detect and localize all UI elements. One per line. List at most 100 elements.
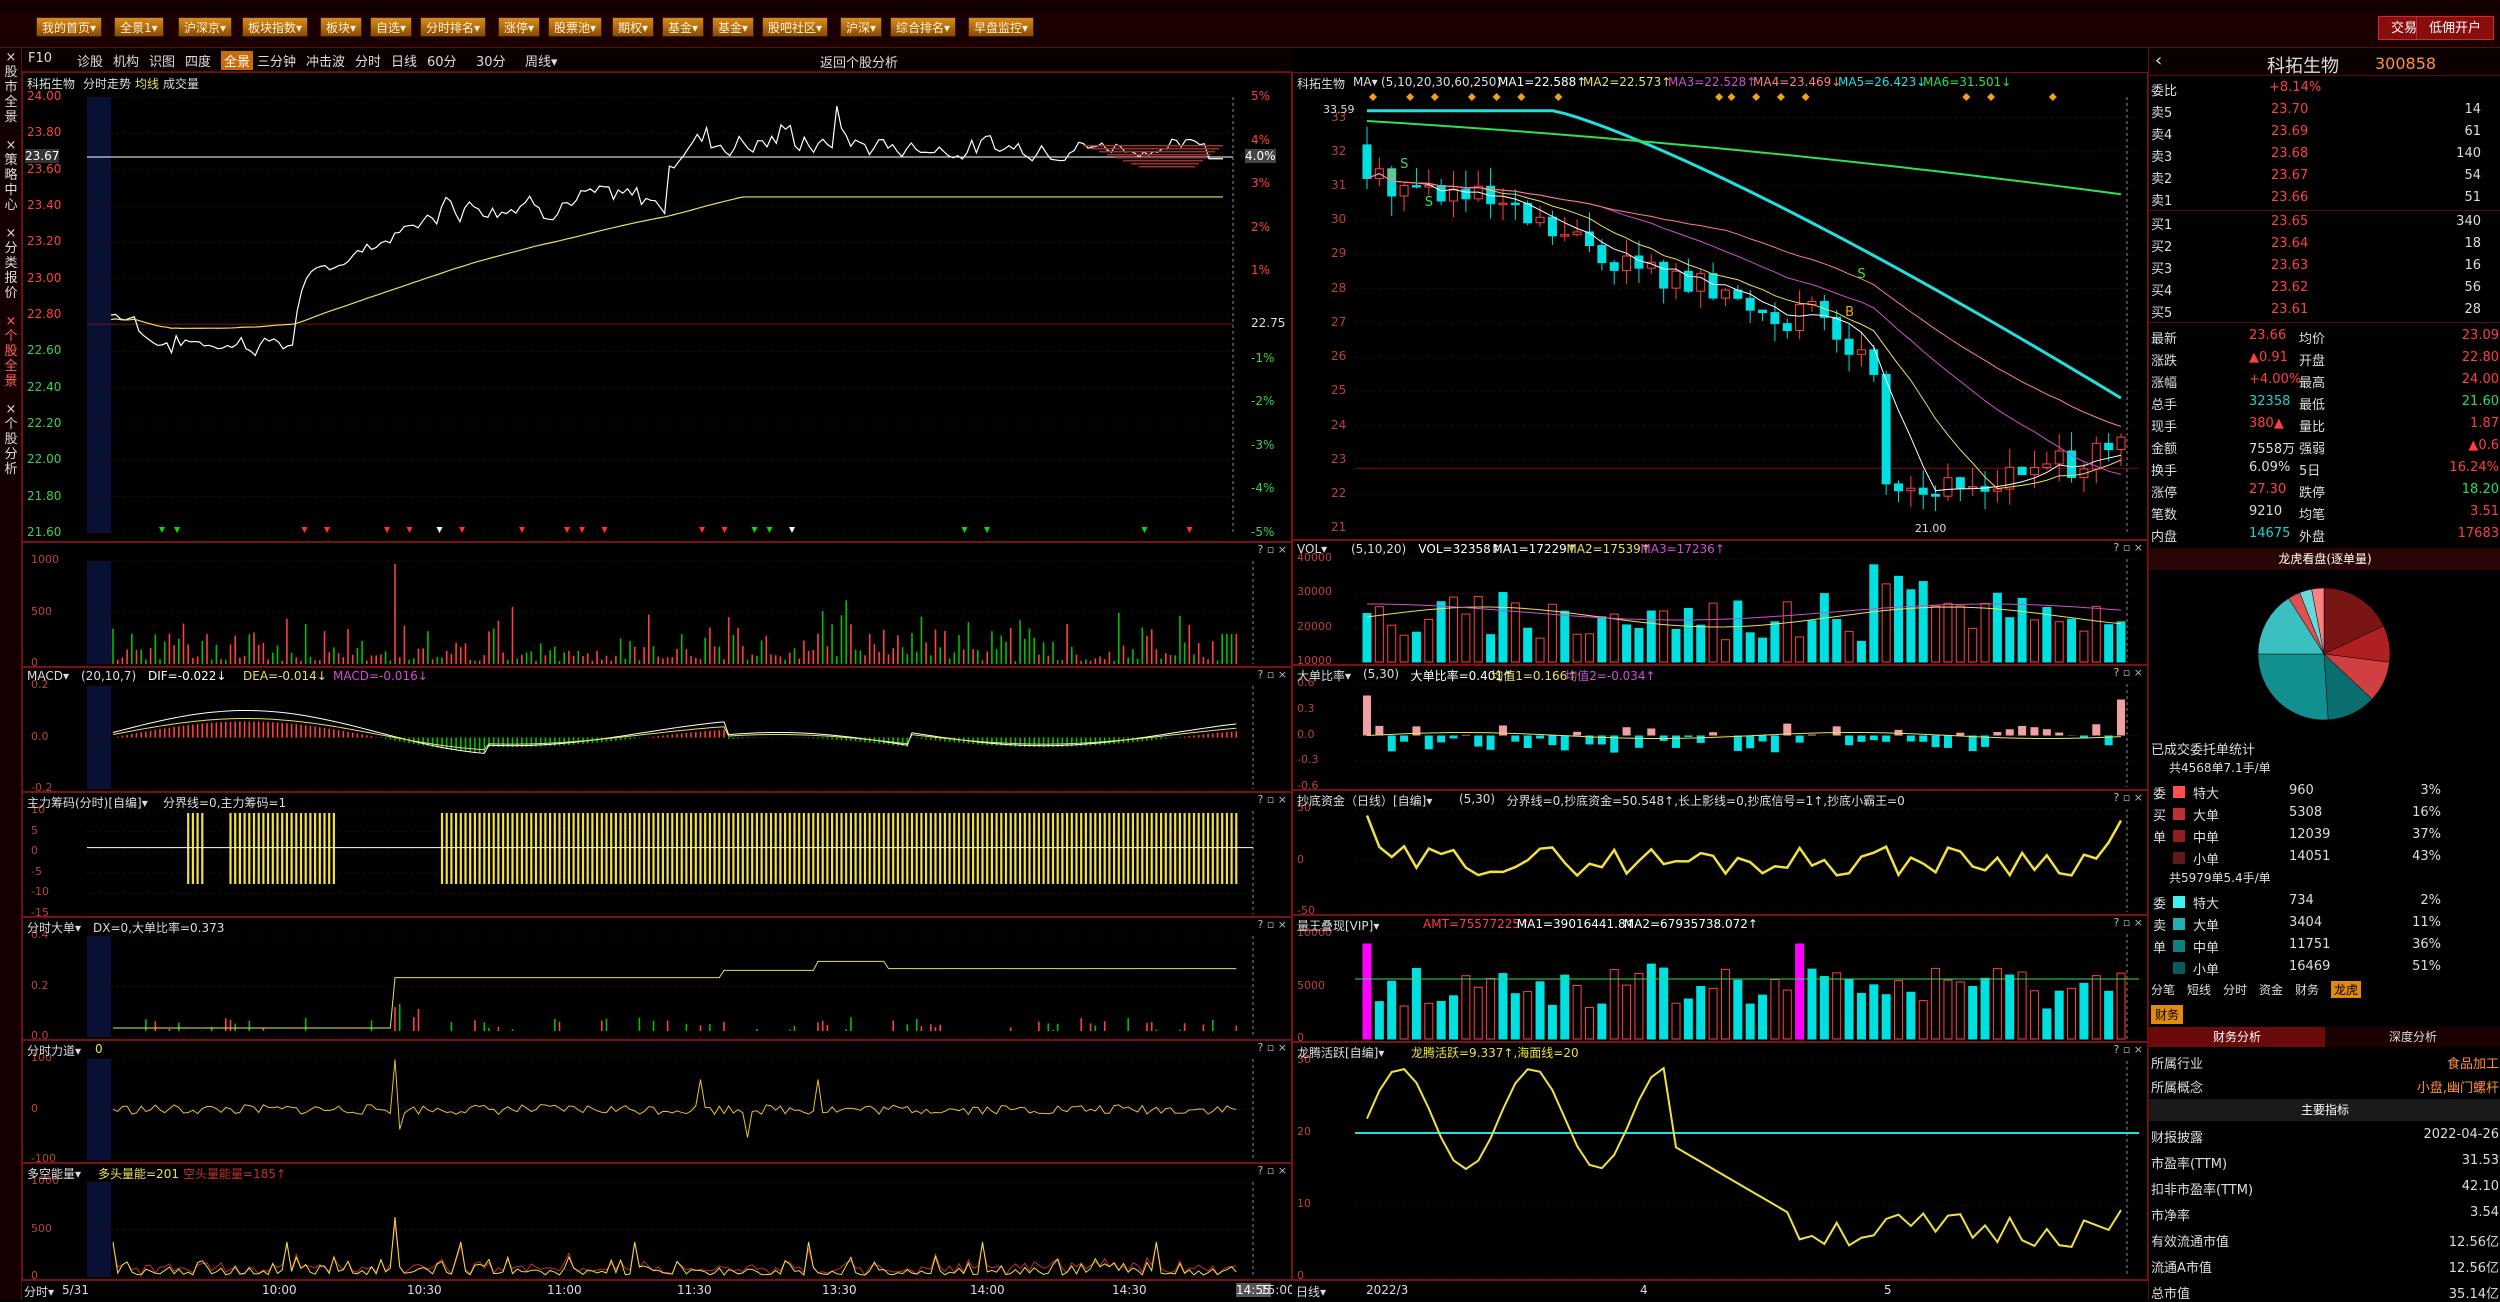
main-chips-panel[interactable]: 1050-5-10-15? ▫ ×主力筹码(分时)[自编]▾分界线=0,主力筹码… <box>22 792 1292 917</box>
macd-panel[interactable]: 0.20.0-0.2? ▫ ×MACD▾(20,10,7)DIF=-0.022↓… <box>22 667 1292 792</box>
intraday-mode: 分时走势 <box>83 75 131 92</box>
date-tick: 5 <box>1884 1283 1892 1297</box>
toolbar-menu-7[interactable]: 涨停▾ <box>498 17 540 37</box>
toolbar-menu-0[interactable]: 我的首页▾ <box>36 17 102 37</box>
long-short-energy-panel[interactable]: 10005000? ▫ ×多空能量▾多头量能=201空头量能量=185↑ <box>22 1163 1292 1280</box>
dragon-active-panel[interactable]: 3020100龙腾活跃[自编]▾龙腾活跃=9.337↑,海面线=20? ▫ × <box>1292 1042 2148 1280</box>
chart-tab-9[interactable]: 日线 <box>391 51 417 70</box>
cell: 35.14亿 <box>2449 1283 2499 1302</box>
chart-tab-8[interactable]: 分时 <box>355 51 381 70</box>
daily-volume-panel[interactable]: 40000300002000010000VOL▾(5,10,20)VOL=323… <box>1292 540 2148 665</box>
macd-title[interactable]: MACD▾ <box>27 669 69 683</box>
bottom-fishing-panel[interactable]: 500-50抄底资金（日线）[自编]▾(5,30)分界线=0,抄底资金=50.5… <box>1292 790 2148 915</box>
force-panel[interactable]: 1000-100? ▫ ×分时力道▾0 <box>22 1040 1292 1163</box>
finance-analysis-tab[interactable]: 财务分析 <box>2149 1027 2325 1047</box>
p-lthy-title[interactable]: 龙腾活跃[自编]▾ <box>1297 1044 1384 1061</box>
period-selector[interactable]: 分时▾ <box>24 1283 54 1300</box>
indicator-value: AMT=75577225↑ <box>1423 917 1530 931</box>
chart-tab-2[interactable]: 机构 <box>113 51 139 70</box>
open-account-button[interactable]: 低佣开户 <box>2416 16 2494 40</box>
bottom-tab-4[interactable]: 财务 <box>2295 981 2319 998</box>
bottom-tab-1[interactable]: 短线 <box>2187 981 2211 998</box>
toolbar-menu-5[interactable]: 自选▾ <box>370 17 412 37</box>
panel-controls[interactable]: ? ▫ × <box>2113 916 2143 929</box>
chart-tab-12[interactable]: 周线▾ <box>525 51 558 70</box>
return-analysis-link[interactable]: 返回个股分析 <box>820 52 898 71</box>
volume-king-panel[interactable]: 1000050000量王叠现[VIP]▾AMT=75577225↑MA1=390… <box>1292 915 2148 1042</box>
chart-tab-4[interactable]: 四度 <box>185 51 211 70</box>
ratio-bar <box>1895 730 1903 736</box>
finance-tab[interactable]: 财务 <box>2151 1005 2183 1024</box>
daily-kline-panel[interactable]: 33323130292827262524232221BSSSB33.5921.0… <box>1292 72 2148 540</box>
toolbar-menu-4[interactable]: 板块▾ <box>320 17 362 37</box>
big-order-ratio-panel[interactable]: 0.60.30.0-0.3-0.6大单比率▾(5,30)大单比率=0.401↑均… <box>1292 665 2148 790</box>
toolbar-menu-3[interactable]: 板块指数▾ <box>242 17 308 37</box>
cell: 18 <box>2464 236 2481 251</box>
side-tab-2[interactable]: ×分类报价 <box>1 226 21 301</box>
panel-controls[interactable]: ? ▫ × <box>2113 1043 2143 1056</box>
force-title[interactable]: 分时力道▾ <box>27 1042 81 1059</box>
toolbar-menu-12[interactable]: 股吧社区▾ <box>762 17 828 37</box>
buy-stat-row: 小单1405143% <box>2149 847 2500 867</box>
intraday-volume-panel[interactable]: 10005000? ▫ × <box>22 542 1292 667</box>
chart-tab-7[interactable]: 冲击波 <box>306 51 345 70</box>
toolbar-menu-6[interactable]: 分时排名▾ <box>420 17 486 37</box>
cell: 11751 <box>2289 937 2330 952</box>
energy-title[interactable]: 多空能量▾ <box>27 1165 81 1182</box>
chips-title[interactable]: 主力筹码(分时)[自编]▾ <box>27 794 148 811</box>
p-lwgx-svg <box>1293 916 2149 1043</box>
p-ddbl-title[interactable]: 大单比率▾ <box>1297 667 1351 684</box>
panel-controls[interactable]: ? ▫ × <box>2113 541 2143 554</box>
candle-body <box>1412 186 1420 188</box>
deep-analysis-tab[interactable]: 深度分析 <box>2325 1027 2500 1047</box>
panel-controls[interactable]: ? ▫ × <box>2113 791 2143 804</box>
intraday-chart-panel[interactable]: 24.0023.8023.6023.4023.2023.0022.8022.60… <box>22 72 1292 542</box>
side-tab-1[interactable]: ×策略中心 <box>1 138 21 213</box>
panel-controls[interactable]: ? ▫ × <box>2113 666 2143 679</box>
chart-tab-0[interactable]: F10 <box>28 51 52 66</box>
toolbar-menu-1[interactable]: 全景1▾ <box>114 17 164 37</box>
toolbar-menu-2[interactable]: 沪深京▾ <box>178 17 232 37</box>
daily-volume-bar <box>1709 603 1717 662</box>
panel-controls[interactable]: ? ▫ × <box>1257 918 1287 931</box>
candle-body <box>1573 232 1581 235</box>
side-tab-4[interactable]: ×个股分析 <box>1 402 21 477</box>
ma-selector[interactable]: MA▾ <box>1353 75 1378 89</box>
toolbar-menu-14[interactable]: 综合排名▾ <box>890 17 956 37</box>
toolbar-menu-13[interactable]: 沪深▾ <box>840 17 882 37</box>
big-order-panel[interactable]: 0.40.20.0? ▫ ×分时大单▾DX=0,大单比率=0.373 <box>22 917 1292 1040</box>
toolbar-menu-11[interactable]: 基金▾ <box>712 17 754 37</box>
chart-tab-5[interactable]: 全景 <box>221 51 253 70</box>
signal-triangle <box>519 527 525 533</box>
bottom-tab-2[interactable]: 分时 <box>2223 981 2247 998</box>
p-lwgx-title[interactable]: 量王叠现[VIP]▾ <box>1297 917 1379 934</box>
chart-tab-6[interactable]: 三分钟 <box>257 51 296 70</box>
side-tab-0[interactable]: ×股市全景 <box>1 50 21 125</box>
chart-tab-10[interactable]: 60分 <box>427 51 457 70</box>
pct-tick: 4% <box>1251 133 1270 147</box>
pct-tick: -1% <box>1251 351 1274 365</box>
toolbar-menu-15[interactable]: 早盘监控▾ <box>968 17 1034 37</box>
toolbar-menu-9[interactable]: 期权▾ <box>612 17 654 37</box>
big-order-title[interactable]: 分时大单▾ <box>27 919 81 936</box>
chart-tab-3[interactable]: 识图 <box>149 51 175 70</box>
toolbar-menu-10[interactable]: 基金▾ <box>662 17 704 37</box>
back-arrow-icon[interactable]: ‹ <box>2155 50 2162 71</box>
p-cdzj-title[interactable]: 抄底资金（日线）[自编]▾ <box>1297 792 1432 809</box>
axis-tick: 0.0 <box>1297 728 1315 741</box>
period-selector[interactable]: 日线▾ <box>1296 1283 1326 1300</box>
bottom-tab-3[interactable]: 资金 <box>2259 981 2283 998</box>
p-dvol-title[interactable]: VOL▾ <box>1297 542 1327 556</box>
bottom-tab-0[interactable]: 分笔 <box>2151 981 2175 998</box>
panel-controls[interactable]: ? ▫ × <box>1257 1164 1287 1177</box>
p-vol-svg <box>23 543 1293 668</box>
panel-controls[interactable]: ? ▫ × <box>1257 543 1287 556</box>
bottom-tab-5[interactable]: 龙虎 <box>2331 981 2361 998</box>
panel-controls[interactable]: ? ▫ × <box>1257 668 1287 681</box>
toolbar-menu-8[interactable]: 股票池▾ <box>548 17 602 37</box>
panel-controls[interactable]: ? ▫ × <box>1257 793 1287 806</box>
chart-tab-1[interactable]: 诊股 <box>77 51 103 70</box>
side-tab-3[interactable]: ×个股全景 <box>1 314 21 389</box>
panel-controls[interactable]: ? ▫ × <box>1257 1041 1287 1054</box>
chart-tab-11[interactable]: 30分 <box>476 51 506 70</box>
